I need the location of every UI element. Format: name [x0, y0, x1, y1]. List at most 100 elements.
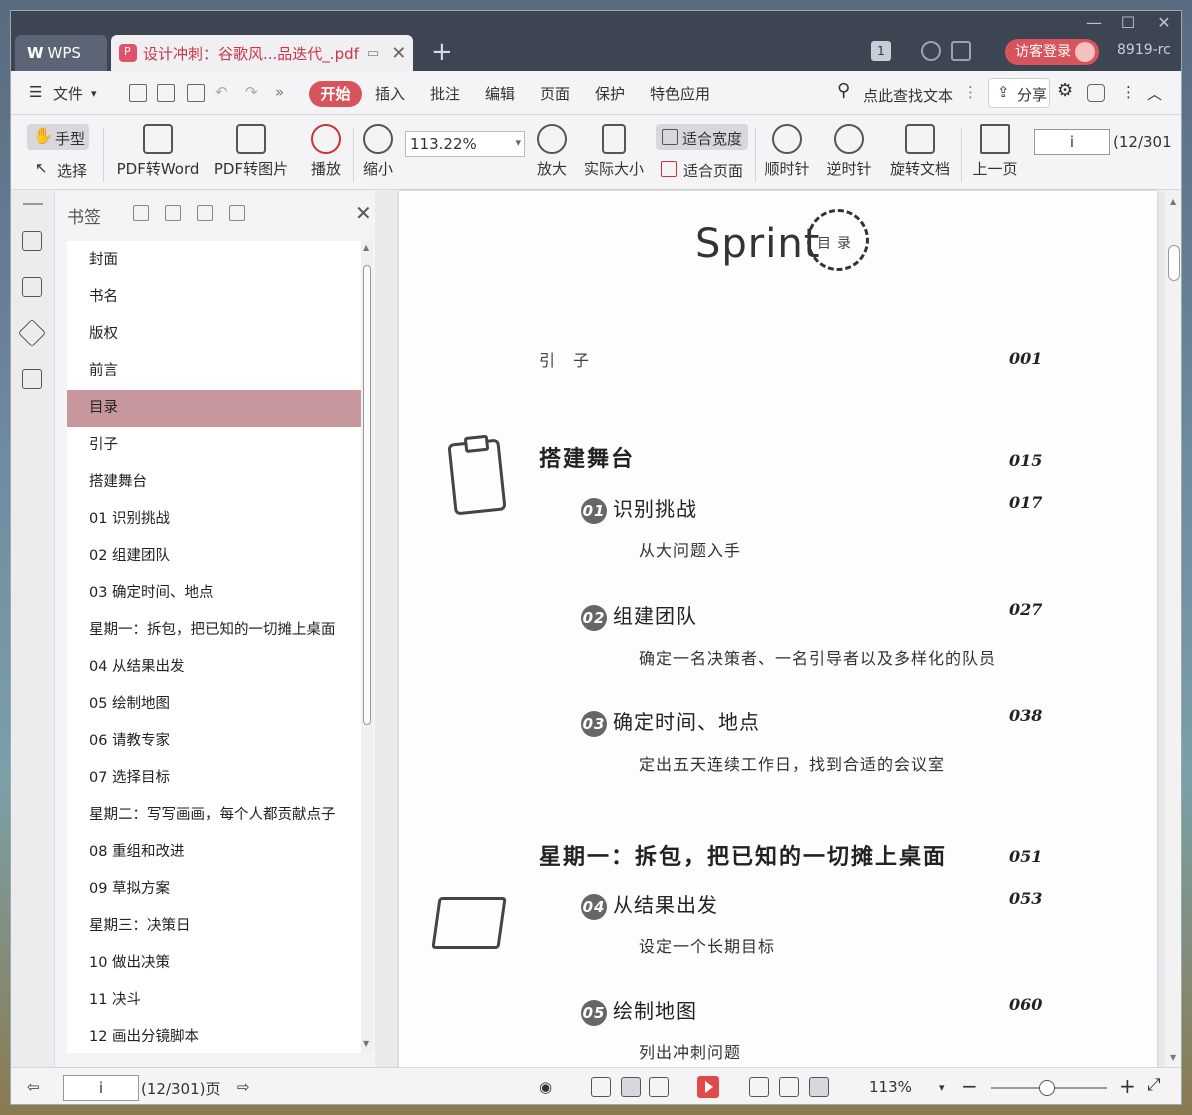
close-window-icon[interactable]: ✕	[1145, 13, 1181, 33]
bookmark-item[interactable]: 04 从结果出发	[67, 649, 361, 686]
pdf-to-word-button[interactable]: PDF转Word	[113, 124, 203, 179]
guest-login-button[interactable]: 访客登录	[1005, 39, 1099, 65]
prev-page-button[interactable]: 上一页	[969, 124, 1021, 179]
undo-icon[interactable]: ↶	[215, 83, 228, 101]
bookmark-item[interactable]: 03 确定时间、地点	[67, 575, 361, 612]
drag-handle[interactable]	[23, 203, 43, 205]
two-page-view-icon[interactable]	[649, 1077, 669, 1097]
fullscreen-icon[interactable]: ⤢	[1147, 1075, 1161, 1095]
file-menu[interactable]: 文件	[53, 83, 83, 104]
zoom-slider-knob[interactable]	[1039, 1080, 1055, 1096]
document-scrollbar[interactable]: ▲ ▼	[1165, 191, 1181, 1067]
bookmark-item[interactable]: 封面	[67, 242, 361, 279]
zoom-slider[interactable]	[991, 1080, 1107, 1096]
prev-page-arrow-icon[interactable]: ⇦	[27, 1078, 40, 1096]
bookmark-scroll-thumb[interactable]	[363, 265, 371, 725]
play-button[interactable]: 播放	[307, 124, 345, 179]
zoom-in-icon[interactable]: +	[1119, 1074, 1136, 1098]
bookmark-item[interactable]: 06 请教专家	[67, 723, 361, 760]
thumbnail-icon[interactable]	[22, 277, 42, 297]
bookmark-item[interactable]: 10 做出决策	[67, 945, 361, 982]
save-icon[interactable]	[157, 84, 175, 102]
expand-all-icon[interactable]	[133, 205, 149, 221]
comment-icon[interactable]	[1087, 84, 1105, 102]
add-bookmark-icon[interactable]	[197, 205, 213, 221]
bookmark-icon[interactable]	[229, 205, 245, 221]
close-panel-icon[interactable]: ✕	[355, 201, 372, 225]
bookmark-item[interactable]: 07 选择目标	[67, 760, 361, 797]
bookmark-item[interactable]: 星期一：拆包，把已知的一切摊上桌面	[67, 612, 361, 649]
share-button[interactable]: ⇪ 分享	[988, 78, 1050, 108]
signature-icon[interactable]	[22, 369, 42, 389]
single-page-view-icon[interactable]	[621, 1077, 641, 1097]
chevron-down-icon[interactable]: ▾	[91, 87, 97, 100]
bookmark-item[interactable]: 前言	[67, 353, 361, 390]
next-page-arrow-icon[interactable]: ⇨	[237, 1078, 250, 1096]
fit-width-button[interactable]: 适合宽度	[656, 124, 748, 150]
continuous-view-icon[interactable]	[591, 1077, 611, 1097]
bookmark-item[interactable]: 星期三：决策日	[67, 908, 361, 945]
collapse-all-icon[interactable]	[165, 205, 181, 221]
new-tab-icon[interactable]: +	[431, 37, 453, 67]
fit-width-icon[interactable]	[809, 1077, 829, 1097]
pdf-to-image-button[interactable]: PDF转图片	[211, 124, 291, 179]
zoom-dropdown-icon[interactable]: ▾	[939, 1081, 945, 1094]
print-icon[interactable]	[187, 84, 205, 102]
bookmark-scrollbar[interactable]: ▲ ▼	[361, 241, 373, 1053]
find-text-button[interactable]: 点此查找文本	[863, 85, 953, 106]
page-number-input[interactable]: i	[1034, 129, 1110, 155]
scroll-down-icon[interactable]: ▼	[363, 1039, 369, 1048]
bookmark-item[interactable]: 09 草拟方案	[67, 871, 361, 908]
zoom-out-icon[interactable]: −	[961, 1074, 978, 1098]
menu-start[interactable]: 开始	[309, 81, 362, 107]
menu-page[interactable]: 页面	[540, 83, 570, 104]
bookmark-item[interactable]: 12 画出分镜脚本	[67, 1019, 361, 1053]
search-icon[interactable]: ⚲	[837, 80, 850, 101]
fit-page-icon[interactable]	[779, 1077, 799, 1097]
annotation-icon[interactable]	[17, 318, 47, 348]
open-folder-icon[interactable]	[129, 84, 147, 102]
bookmark-item[interactable]: 引子	[67, 427, 361, 464]
tab-document[interactable]: 设计冲刺：谷歌风...品迭代_.pdf ▭ ✕	[111, 35, 413, 71]
window-count-badge[interactable]: 1	[871, 41, 891, 61]
minimize-icon[interactable]: —	[1075, 13, 1113, 33]
collapse-ribbon-icon[interactable]: ︿	[1147, 83, 1162, 104]
fit-page-button[interactable]: 适合页面	[661, 160, 743, 181]
hamburger-icon[interactable]: ☰	[29, 83, 42, 101]
actual-size-icon[interactable]	[749, 1077, 769, 1097]
rotate-document-button[interactable]: 旋转文档	[887, 124, 953, 179]
actual-size-button[interactable]: 实际大小	[581, 124, 647, 179]
bookmark-item[interactable]: 05 绘制地图	[67, 686, 361, 723]
document-scroll-thumb[interactable]	[1168, 245, 1180, 281]
bookmark-item[interactable]: 01 识别挑战	[67, 501, 361, 538]
menu-protect[interactable]: 保护	[595, 83, 625, 104]
zoom-level[interactable]: 113%	[869, 1078, 912, 1096]
eye-protection-icon[interactable]: ◉	[539, 1078, 552, 1096]
menu-insert[interactable]: 插入	[375, 83, 405, 104]
skin-icon[interactable]	[951, 41, 971, 61]
bookmark-item[interactable]: 11 决斗	[67, 982, 361, 1019]
scroll-up-icon[interactable]: ▲	[1170, 197, 1176, 206]
select-tool-button[interactable]: 选择	[35, 159, 87, 181]
tab-close-icon[interactable]: ✕	[391, 43, 406, 64]
status-page-input[interactable]: i	[63, 1075, 139, 1101]
settings-icon[interactable]: ⚙	[1057, 80, 1073, 101]
menu-annotate[interactable]: 批注	[430, 83, 460, 104]
outline-icon[interactable]	[22, 231, 42, 251]
more-options-icon[interactable]: ⋮	[1121, 83, 1136, 101]
scroll-up-icon[interactable]: ▲	[363, 243, 369, 252]
menu-features[interactable]: 特色应用	[650, 83, 710, 104]
play-slideshow-icon[interactable]	[697, 1076, 719, 1098]
zoom-select[interactable]: 113.22%	[405, 131, 525, 157]
bookmark-item[interactable]: 书名	[67, 279, 361, 316]
more-icon[interactable]: »	[275, 83, 284, 101]
bookmark-item-selected[interactable]: 目录	[67, 390, 361, 427]
bookmark-item[interactable]: 星期二：写写画画，每个人都贡献点子	[67, 797, 361, 834]
maximize-icon[interactable]: ☐	[1109, 13, 1147, 33]
zoom-in-button[interactable]: 放大	[533, 124, 571, 179]
sync-icon[interactable]	[921, 41, 941, 61]
bookmark-item[interactable]: 版权	[67, 316, 361, 353]
zoom-out-button[interactable]: 缩小	[359, 124, 397, 179]
rotate-counterclockwise-button[interactable]: 逆时针	[823, 124, 875, 179]
vertical-dots-icon[interactable]: ⋮	[963, 83, 978, 101]
